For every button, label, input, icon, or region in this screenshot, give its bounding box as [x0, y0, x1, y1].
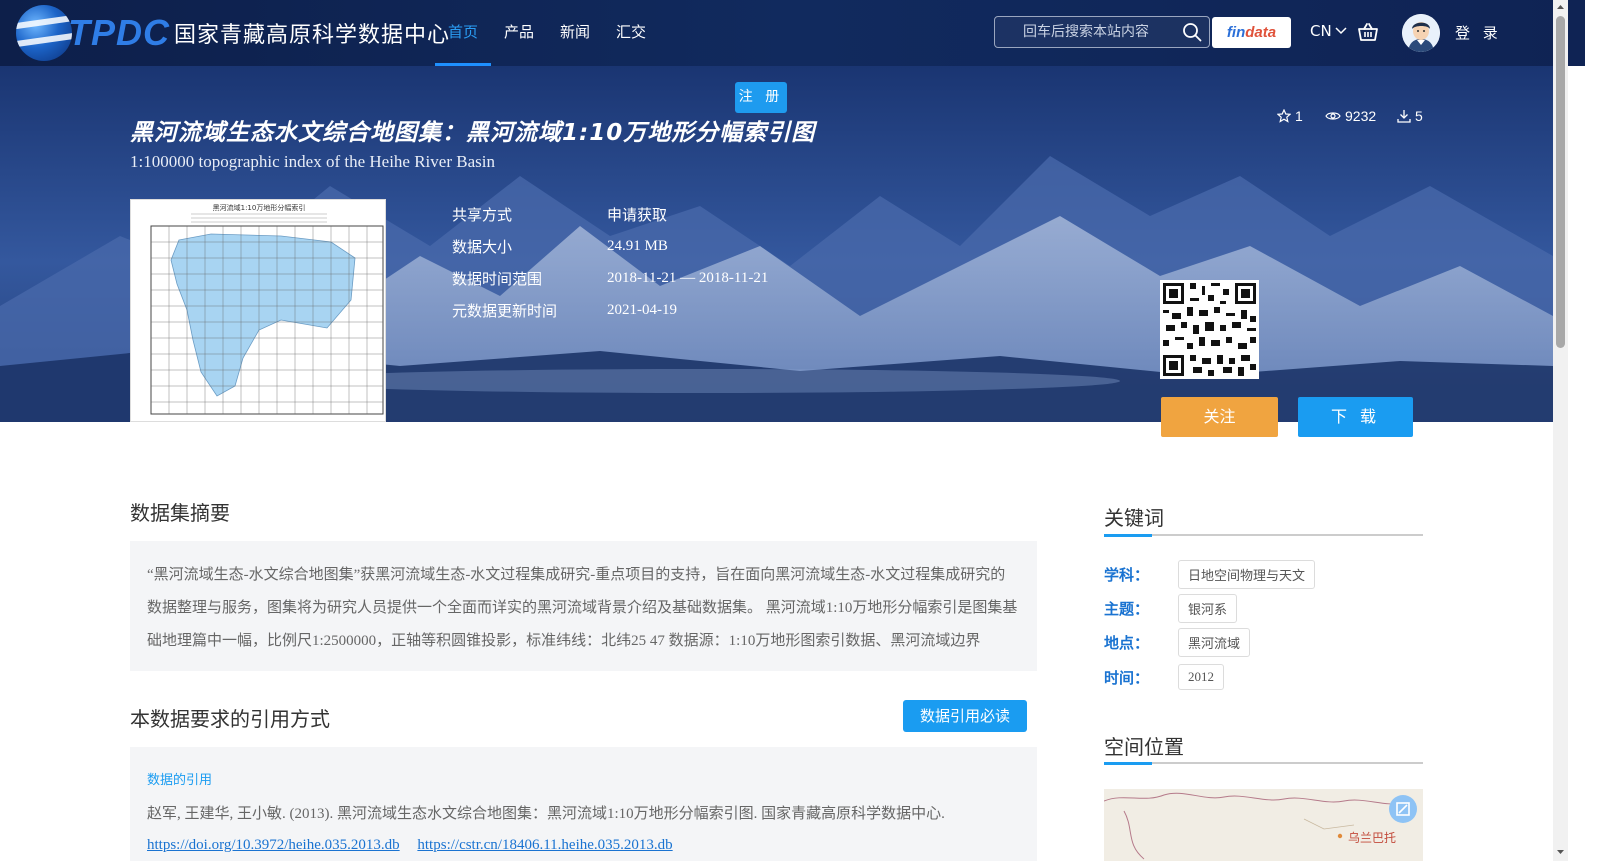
map-canvas: 乌兰巴托 [1104, 789, 1423, 861]
keyword-tag[interactable]: 日地空间物理与天文 [1178, 560, 1316, 589]
location-divider [1104, 762, 1423, 765]
scroll-down-icon[interactable] [1553, 845, 1568, 859]
dataset-metadata: 共享方式 申请获取 数据大小 24.91 MB 数据时间范围 2018-11-2… [452, 198, 768, 326]
avatar-icon [1402, 14, 1440, 52]
keyword-label: 时间： [1104, 668, 1150, 687]
qr-code-icon [1160, 280, 1259, 379]
findata-link[interactable]: findata [1212, 17, 1291, 48]
meta-value: 24.91 MB [607, 237, 668, 254]
meta-key: 共享方式 [452, 205, 513, 224]
keyword-row-theme: 主题： 银河系 [1104, 594, 1238, 623]
keyword-row-place: 地点： 黑河流域 [1104, 628, 1251, 657]
nav-news[interactable]: 新闻 [547, 0, 603, 66]
index-map-image: 黑河流域1:10万地形分幅索引 [131, 200, 385, 421]
location-map[interactable]: 乌兰巴托 [1104, 789, 1423, 861]
map-city-label: 乌兰巴托 [1348, 830, 1396, 845]
citation-label: 数据的引用 [147, 773, 213, 788]
follow-button[interactable]: 关注 [1161, 397, 1278, 437]
citation-box: 数据的引用 赵军, 王建华, 王小敏. (2013). 黑河流域生态水文综合地图… [130, 747, 1037, 861]
keyword-label: 学科： [1104, 566, 1150, 584]
dataset-title: 黑河流域生态水文综合地图集：黑河流域1:10万地形分幅索引图 [130, 120, 816, 146]
downloads-value: 5 [1415, 108, 1423, 124]
meta-key: 数据大小 [452, 237, 513, 256]
scrollbar-thumb[interactable] [1556, 16, 1565, 348]
nav-home[interactable]: 首页 [435, 0, 492, 66]
cart-icon[interactable] [1357, 22, 1379, 42]
expand-map-icon[interactable] [1389, 795, 1417, 823]
language-label: CN [1310, 22, 1332, 40]
star-icon [1277, 109, 1291, 123]
meta-row-updated: 元数据更新时间 2021-04-19 [452, 294, 768, 326]
keyword-row-time: 时间： 2012 [1104, 664, 1224, 690]
meta-key: 元数据更新时间 [452, 301, 558, 320]
chevron-down-icon [1335, 27, 1347, 35]
download-button[interactable]: 下 载 [1298, 397, 1413, 437]
meta-row-time-range: 数据时间范围 2018-11-21 — 2018-11-21 [452, 262, 768, 294]
logo-site-name: 国家青藏高原科学数据中心 [174, 23, 451, 48]
keyword-label: 主题： [1104, 600, 1150, 618]
doi-link[interactable]: https://doi.org/10.3972/heihe.035.2013.d… [147, 837, 400, 853]
favorites-count[interactable]: 1 [1277, 108, 1303, 124]
findata-data: data [1245, 24, 1277, 41]
site-search [994, 16, 1210, 48]
register-button[interactable]: 注 册 [735, 82, 787, 113]
meta-row-sharing: 共享方式 申请获取 [452, 198, 768, 230]
downloads-count: 5 [1397, 108, 1423, 124]
meta-value: 2021-04-19 [607, 301, 677, 318]
qr-code [1160, 280, 1259, 379]
keyword-label: 地点： [1104, 634, 1150, 652]
keyword-tag[interactable]: 黑河流域 [1178, 628, 1251, 657]
language-switcher[interactable]: CN [1310, 22, 1347, 40]
download-icon [1397, 110, 1411, 123]
citation-guide-button[interactable]: 数据引用必读 [903, 700, 1027, 732]
keywords-title: 关键词 [1104, 506, 1164, 530]
keyword-tag[interactable]: 2012 [1178, 664, 1224, 690]
citation-title: 本数据要求的引用方式 [130, 707, 330, 731]
citation-text: 赵军, 王建华, 王小敏. (2013). 黑河流域生态水文综合地图集：黑河流域… [147, 806, 945, 822]
globe-logo-icon [16, 5, 72, 61]
meta-value: 申请获取 [607, 207, 668, 224]
cstr-link[interactable]: https://cstr.cn/18406.11.heihe.035.2013.… [417, 837, 672, 853]
location-title: 空间位置 [1104, 735, 1184, 759]
search-icon[interactable] [1181, 21, 1203, 43]
user-avatar[interactable] [1402, 14, 1440, 52]
eye-icon [1325, 112, 1341, 120]
meta-value: 2018-11-21 — 2018-11-21 [607, 269, 769, 286]
thumb-caption: 黑河流域1:10万地形分幅索引 [213, 203, 306, 212]
keywords-divider [1104, 534, 1423, 537]
dataset-thumbnail[interactable]: 黑河流域1:10万地形分幅索引 [130, 199, 386, 422]
login-link[interactable]: 登 录 [1455, 22, 1502, 43]
nav-products[interactable]: 产品 [491, 0, 547, 66]
abstract-title: 数据集摘要 [130, 501, 230, 525]
search-input[interactable] [995, 24, 1181, 40]
meta-key: 数据时间范围 [452, 269, 543, 288]
abstract-text: “黑河流域生态-水文综合地图集”获黑河流域生态-水文过程集成研究-重点项目的支持… [130, 541, 1037, 671]
nav-submit[interactable]: 汇交 [603, 0, 659, 66]
citation-links: https://doi.org/10.3972/heihe.035.2013.d… [147, 837, 1020, 854]
meta-row-size: 数据大小 24.91 MB [452, 230, 768, 262]
page-scrollbar[interactable] [1553, 0, 1568, 861]
top-navbar: TPDC 国家青藏高原科学数据中心 首页 产品 新闻 汇交 findata CN [0, 0, 1585, 66]
dataset-title-en: 1:100000 topographic index of the Heihe … [130, 152, 495, 171]
favorites-value: 1 [1295, 108, 1303, 124]
scroll-up-icon[interactable] [1553, 0, 1568, 14]
keyword-tag[interactable]: 银河系 [1178, 594, 1238, 623]
site-logo[interactable]: TPDC 国家青藏高原科学数据中心 [16, 4, 450, 62]
main-nav: 首页 产品 新闻 汇交 [435, 0, 659, 66]
views-count: 9232 [1325, 108, 1376, 124]
logo-letters: TPDC [68, 12, 170, 53]
findata-fin: fin [1226, 24, 1246, 41]
views-value: 9232 [1345, 108, 1377, 124]
keyword-row-subject: 学科： 日地空间物理与天文 [1104, 560, 1316, 589]
